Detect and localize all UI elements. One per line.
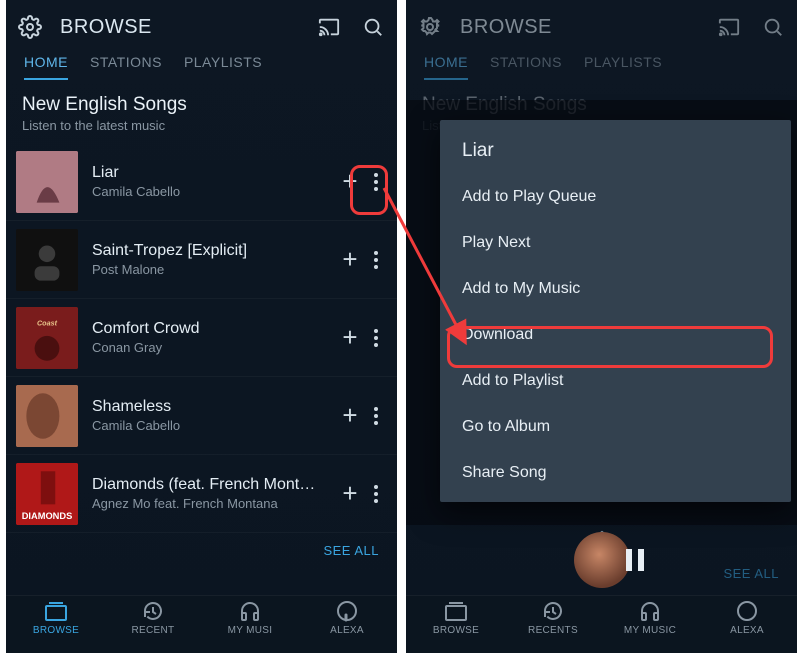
add-button[interactable]: + — [335, 166, 365, 197]
svg-text:DIAMONDS: DIAMONDS — [22, 510, 73, 520]
menu-item-add-playlist[interactable]: Add to Playlist — [440, 358, 791, 404]
phone-screen-browse: BROWSE HOME STATIONS PLAYLISTS New Engli… — [6, 0, 397, 653]
menu-item-add-my-music[interactable]: Add to My Music — [440, 266, 791, 312]
nav-my-music[interactable]: MY MUSIC — [618, 600, 682, 647]
track-meta: Shameless Camila Cabello — [78, 398, 335, 433]
cast-icon[interactable] — [715, 13, 743, 41]
tab-bar: HOME STATIONS PLAYLISTS — [406, 54, 797, 80]
headphones-icon — [239, 600, 261, 622]
tab-playlists[interactable]: PLAYLISTS — [584, 54, 662, 80]
app-header: BROWSE — [406, 0, 797, 54]
track-meta: Saint-Tropez [Explicit] Post Malone — [78, 242, 335, 277]
add-button[interactable]: + — [335, 244, 365, 275]
section-subtitle: Listen to the latest music — [22, 118, 381, 133]
track-title: Liar — [92, 164, 335, 182]
cast-icon[interactable] — [315, 13, 343, 41]
track-row[interactable]: Saint-Tropez [Explicit] Post Malone + — [6, 221, 397, 299]
track-artist: Camila Cabello — [92, 418, 335, 433]
nav-my-music[interactable]: MY MUSI — [218, 600, 282, 647]
tab-playlists[interactable]: PLAYLISTS — [184, 54, 262, 80]
track-row[interactable]: Shameless Camila Cabello + — [6, 377, 397, 455]
nav-label: RECENT — [132, 625, 175, 636]
nav-alexa[interactable]: ALEXA — [315, 600, 379, 647]
pause-icon[interactable] — [624, 547, 646, 573]
menu-item-download[interactable]: Download — [440, 312, 791, 358]
see-all-link[interactable]: SEE ALL — [6, 533, 397, 568]
nav-label: RECENTS — [528, 625, 578, 636]
track-meta: Diamonds (feat. French Mont… Agnez Mo fe… — [78, 476, 335, 511]
track-meta: Liar Camila Cabello — [78, 164, 335, 199]
nav-recents[interactable]: RECENT — [121, 600, 185, 647]
alexa-icon — [736, 600, 758, 622]
nav-label: ALEXA — [330, 625, 364, 636]
track-artist: Post Malone — [92, 262, 335, 277]
overflow-menu-icon[interactable] — [365, 167, 387, 197]
context-menu-sheet: Liar Add to Play Queue Play Next Add to … — [440, 120, 791, 502]
overflow-menu-icon[interactable] — [365, 245, 387, 275]
track-row[interactable]: Liar Camila Cabello + — [6, 143, 397, 221]
now-playing-art — [574, 532, 630, 588]
history-icon — [142, 600, 164, 622]
album-art: DIAMONDS — [16, 463, 78, 525]
track-row[interactable]: Coast Comfort Crowd Conan Gray + — [6, 299, 397, 377]
track-row[interactable]: DIAMONDS Diamonds (feat. French Mont… Ag… — [6, 455, 397, 533]
overflow-menu-icon[interactable] — [365, 401, 387, 431]
app-header: BROWSE — [6, 0, 397, 54]
nav-browse[interactable]: BROWSE — [424, 600, 488, 647]
track-artist: Camila Cabello — [92, 184, 335, 199]
nav-label: MY MUSIC — [624, 625, 676, 636]
nav-label: BROWSE — [33, 625, 79, 636]
alexa-icon — [336, 600, 358, 622]
section-header: New English Songs Listen to the latest m… — [6, 80, 397, 143]
add-button[interactable]: + — [335, 478, 365, 509]
album-art — [16, 151, 78, 213]
header-title: BROWSE — [460, 16, 699, 39]
menu-item-play-next[interactable]: Play Next — [440, 220, 791, 266]
overflow-menu-icon[interactable] — [365, 479, 387, 509]
track-title: Shameless — [92, 398, 335, 416]
gear-icon[interactable] — [16, 13, 44, 41]
search-icon[interactable] — [359, 13, 387, 41]
track-artist: Agnez Mo feat. French Montana — [92, 496, 335, 511]
nav-recents[interactable]: RECENTS — [521, 600, 585, 647]
headphones-icon — [639, 600, 661, 622]
track-title: Comfort Crowd — [92, 320, 335, 338]
nav-browse[interactable]: BROWSE — [24, 600, 88, 647]
album-art: Coast — [16, 307, 78, 369]
nav-label: MY MUSI — [228, 625, 273, 636]
menu-item-share[interactable]: Share Song — [440, 450, 791, 496]
album-art — [16, 229, 78, 291]
browse-icon — [445, 600, 467, 622]
track-title: Diamonds (feat. French Mont… — [92, 476, 335, 494]
tab-stations[interactable]: STATIONS — [490, 54, 562, 80]
album-art — [16, 385, 78, 447]
bottom-nav: BROWSE RECENTS MY MUSIC ALEXA — [406, 595, 797, 653]
nav-label: ALEXA — [730, 625, 764, 636]
browse-icon — [45, 600, 67, 622]
menu-item-go-album[interactable]: Go to Album — [440, 404, 791, 450]
phone-screen-context-menu: BROWSE HOME STATIONS PLAYLISTS New Engli… — [406, 0, 797, 653]
track-title: Saint-Tropez [Explicit] — [92, 242, 335, 260]
track-meta: Comfort Crowd Conan Gray — [78, 320, 335, 355]
bottom-nav: BROWSE RECENT MY MUSI ALEXA — [6, 595, 397, 653]
overflow-menu-icon[interactable] — [365, 323, 387, 353]
context-menu-title: Liar — [440, 134, 791, 174]
svg-text:Coast: Coast — [37, 318, 58, 327]
add-button[interactable]: + — [335, 322, 365, 353]
section-title: New English Songs — [22, 94, 381, 116]
tab-home[interactable]: HOME — [424, 54, 468, 80]
see-all-link[interactable]: SEE ALL — [705, 556, 797, 591]
gear-icon[interactable] — [416, 13, 444, 41]
tab-stations[interactable]: STATIONS — [90, 54, 162, 80]
track-artist: Conan Gray — [92, 340, 335, 355]
add-button[interactable]: + — [335, 400, 365, 431]
header-title: BROWSE — [60, 16, 299, 39]
history-icon — [542, 600, 564, 622]
tab-bar: HOME STATIONS PLAYLISTS — [6, 54, 397, 80]
tab-home[interactable]: HOME — [24, 54, 68, 80]
search-icon[interactable] — [759, 13, 787, 41]
menu-item-add-queue[interactable]: Add to Play Queue — [440, 174, 791, 220]
nav-alexa[interactable]: ALEXA — [715, 600, 779, 647]
nav-label: BROWSE — [433, 625, 479, 636]
